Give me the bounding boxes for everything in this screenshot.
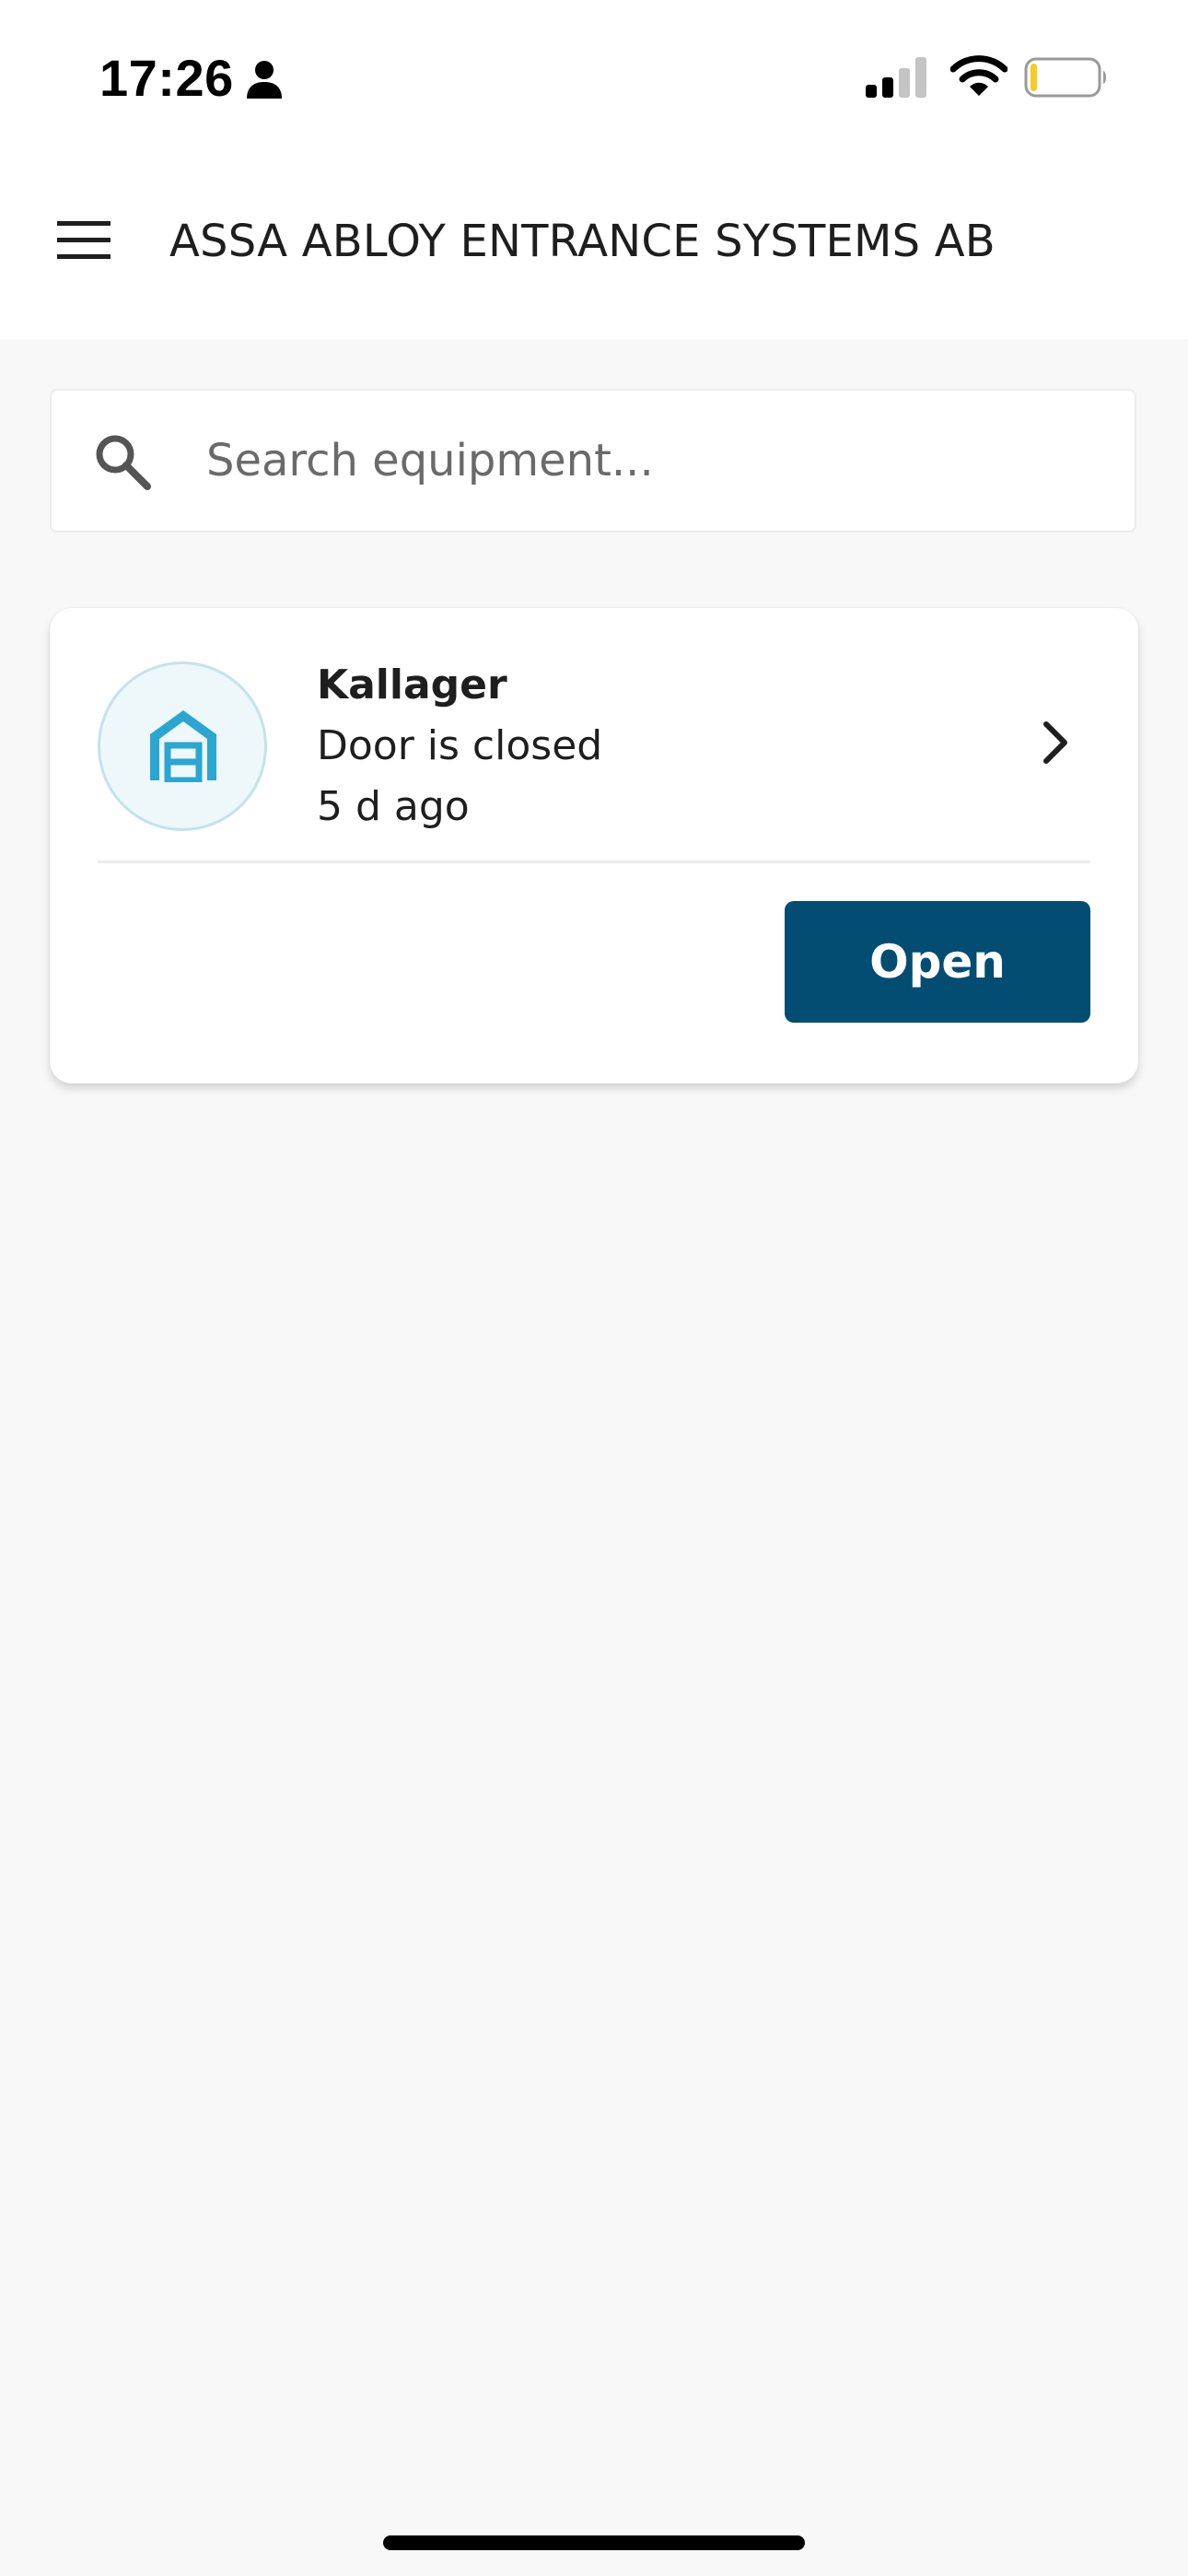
equipment-status: Door is closed	[317, 722, 603, 769]
person-icon	[247, 61, 282, 99]
equipment-avatar	[98, 662, 267, 831]
status-time: 17:26	[99, 49, 234, 107]
search-box[interactable]	[50, 389, 1136, 533]
search-input[interactable]	[206, 418, 1090, 503]
signal-bar	[915, 57, 926, 98]
page-title: ASSA ABLOY ENTRANCE SYSTEMS AB	[169, 216, 996, 267]
wifi-icon	[950, 55, 1007, 96]
app-header: ASSA ABLOY ENTRANCE SYSTEMS AB	[0, 157, 1188, 339]
hamburger-menu-icon[interactable]	[52, 212, 116, 267]
garage-door-icon	[150, 710, 216, 782]
equipment-card: Kallager Door is closed 5 d ago Open	[50, 608, 1138, 1083]
battery-icon	[1024, 57, 1106, 98]
signal-bar	[882, 77, 893, 98]
chevron-right-icon[interactable]	[1037, 719, 1074, 767]
home-indicator	[383, 2535, 805, 2550]
cellular-signal-icon	[866, 57, 926, 98]
status-bar: 17:26	[0, 0, 1188, 157]
search-icon	[96, 435, 151, 490]
equipment-last-update: 5 d ago	[317, 783, 470, 830]
equipment-name: Kallager	[317, 662, 507, 708]
signal-bar	[899, 68, 910, 98]
signal-bar	[866, 85, 877, 98]
open-door-button[interactable]: Open	[785, 901, 1090, 1023]
card-divider	[98, 861, 1090, 863]
battery-fill	[1031, 64, 1037, 91]
equipment-details-link[interactable]: Kallager Door is closed 5 d ago	[50, 608, 1138, 862]
